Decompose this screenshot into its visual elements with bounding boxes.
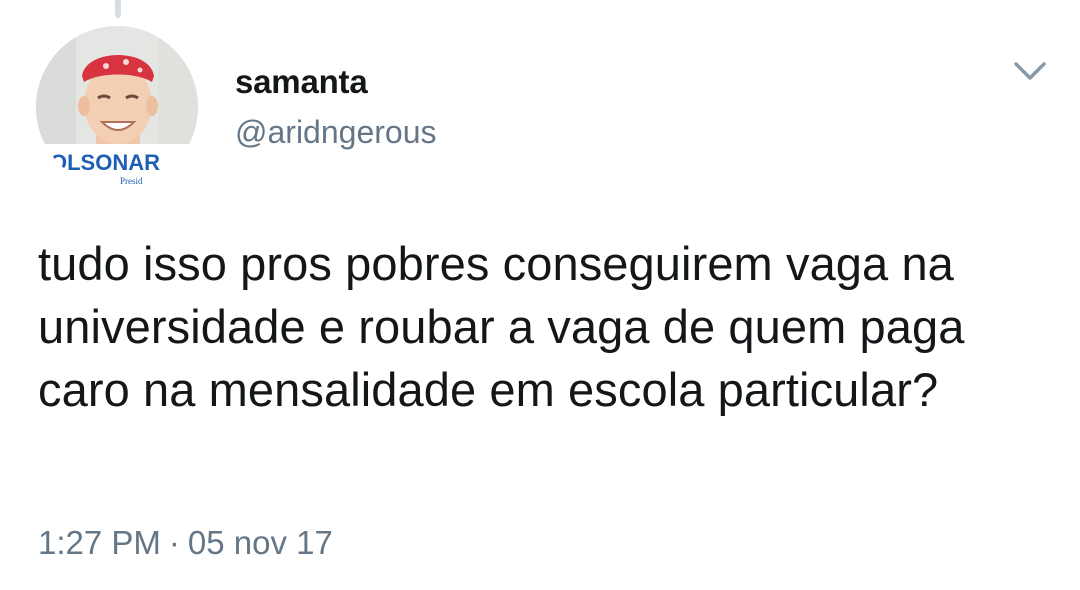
tweet-card: OLSONAR Presid samanta @aridngerous tudo… [0, 0, 1080, 590]
meta-separator: · [168, 524, 180, 561]
display-name[interactable]: samanta [235, 62, 436, 102]
avatar-banner-subtext: Presid [120, 176, 143, 186]
tweet-timestamp[interactable]: 1:27 PM · 05 nov 17 [38, 522, 333, 564]
tweet-date: 05 nov 17 [187, 524, 333, 561]
thread-connector-line [115, 0, 121, 18]
avatar[interactable]: OLSONAR Presid [36, 26, 198, 188]
tweet-text: tudo isso pros pobres conseguirem vaga n… [38, 237, 965, 416]
user-handle[interactable]: @aridngerous [235, 112, 436, 152]
chevron-down-icon [1014, 62, 1046, 80]
author-block: samanta @aridngerous [235, 62, 436, 152]
avatar-banner-text: OLSONAR [50, 150, 160, 175]
avatar-image: OLSONAR Presid [36, 26, 198, 188]
tweet-time: 1:27 PM [38, 524, 161, 561]
tweet-menu-button[interactable] [1008, 52, 1052, 88]
